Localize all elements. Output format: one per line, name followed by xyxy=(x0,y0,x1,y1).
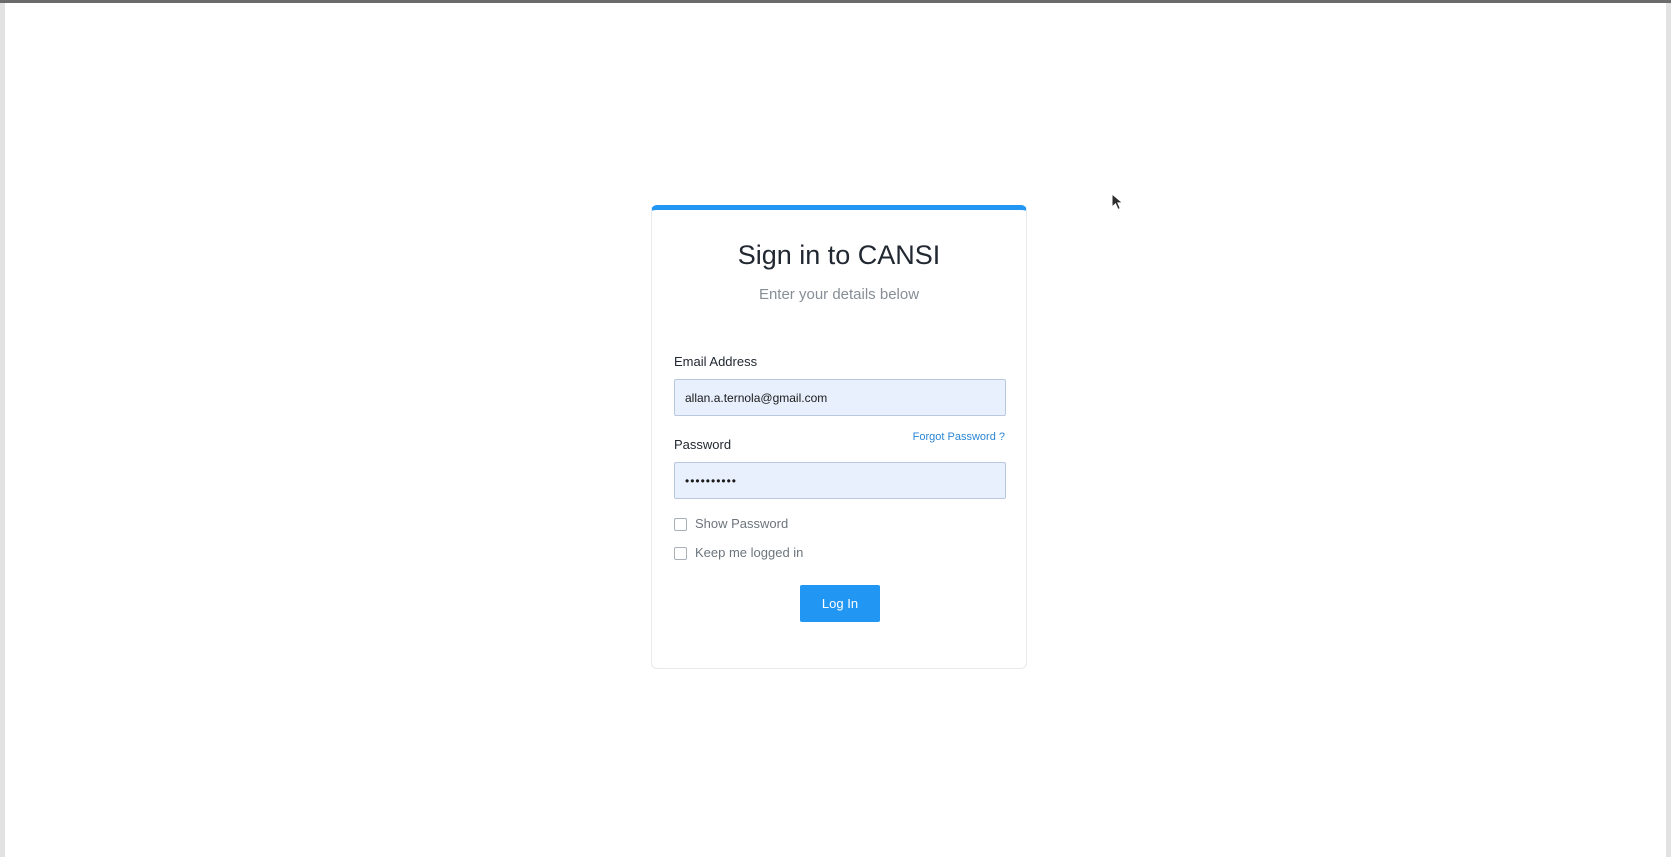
show-password-label: Show Password xyxy=(695,516,789,531)
login-subtitle: Enter your details below xyxy=(758,286,920,303)
window-top-border xyxy=(0,0,1671,3)
password-label: Password xyxy=(674,437,732,452)
mouse-pointer-icon xyxy=(1111,193,1124,211)
forgot-password-link[interactable]: Forgot Password ? xyxy=(913,430,1005,444)
window-left-edge xyxy=(0,3,5,857)
keep-logged-in-option[interactable]: Keep me logged in xyxy=(674,545,803,561)
email-field[interactable] xyxy=(674,379,1006,416)
window-right-edge xyxy=(1666,3,1671,857)
show-password-option[interactable]: Show Password xyxy=(674,516,788,532)
keep-logged-in-label: Keep me logged in xyxy=(695,545,804,560)
login-title: Sign in to CANSI xyxy=(737,240,941,270)
show-password-checkbox[interactable] xyxy=(674,517,687,531)
email-label: Email Address xyxy=(674,354,758,369)
browser-viewport: Sign in to CANSI Enter your details belo… xyxy=(0,0,1671,857)
password-field[interactable] xyxy=(674,462,1006,499)
login-button[interactable]: Log In xyxy=(800,585,880,622)
keep-logged-in-checkbox[interactable] xyxy=(674,546,687,560)
login-card: Sign in to CANSI Enter your details belo… xyxy=(651,205,1027,669)
